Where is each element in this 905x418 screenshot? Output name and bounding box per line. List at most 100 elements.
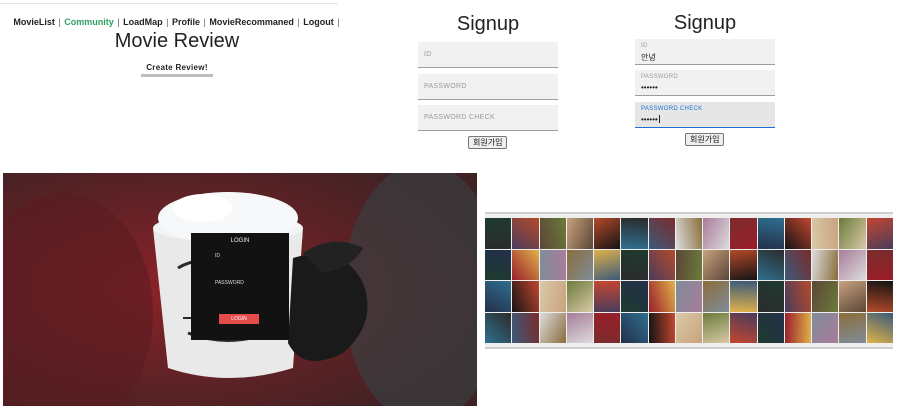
nav-separator: | <box>297 17 300 27</box>
movie-poster[interactable] <box>703 249 730 280</box>
signup-title: Signup <box>673 12 737 34</box>
movie-poster[interactable] <box>675 312 703 343</box>
poster-grid <box>485 218 893 343</box>
movie-poster[interactable] <box>675 249 703 280</box>
nav-profile[interactable]: Profile <box>172 17 200 27</box>
nav-loadmap[interactable]: LoadMap <box>123 17 163 27</box>
movie-poster[interactable] <box>784 281 812 312</box>
movie-poster[interactable] <box>539 249 566 280</box>
id-input[interactable]: ID <box>418 42 558 68</box>
id-value: 안녕 <box>641 53 656 62</box>
movie-poster[interactable] <box>757 249 784 280</box>
movie-poster[interactable] <box>812 218 839 249</box>
movie-poster-wall <box>485 212 893 349</box>
nav-logout[interactable]: Logout <box>303 17 334 27</box>
text-caret <box>658 115 660 123</box>
movie-poster[interactable] <box>594 281 621 312</box>
movie-poster[interactable] <box>485 218 512 249</box>
movie-poster[interactable] <box>621 312 648 343</box>
movie-poster[interactable] <box>757 312 784 343</box>
password-check-value: •••••• <box>641 115 660 124</box>
password-check-input[interactable]: PASSWORD CHECK <box>418 105 558 131</box>
main-nav: MovieList | Community | LoadMap | Profil… <box>0 17 354 27</box>
movie-poster[interactable] <box>866 281 893 312</box>
movie-poster[interactable] <box>512 281 539 312</box>
movie-poster[interactable] <box>784 312 812 343</box>
password-check-input[interactable]: PASSWORD CHECK •••••• <box>635 102 775 128</box>
movie-poster[interactable] <box>539 281 566 312</box>
page-title: Movie Review <box>114 30 240 52</box>
movie-poster[interactable] <box>757 218 784 249</box>
movie-poster[interactable] <box>839 281 866 312</box>
movie-poster[interactable] <box>485 249 512 280</box>
movie-poster[interactable] <box>566 249 594 280</box>
movie-poster[interactable] <box>594 249 621 280</box>
movie-poster[interactable] <box>812 281 839 312</box>
movie-poster[interactable] <box>839 312 866 343</box>
password-label: PASSWORD <box>641 74 678 80</box>
nav-movierecommaned[interactable]: MovieRecommaned <box>209 17 294 27</box>
movie-poster[interactable] <box>784 218 812 249</box>
password-placeholder: PASSWORD <box>424 83 467 90</box>
movie-poster[interactable] <box>839 249 866 280</box>
login-button[interactable]: LOGIN <box>219 314 259 324</box>
movie-poster[interactable] <box>812 312 839 343</box>
password-input[interactable]: PASSWORD •••••• <box>635 70 775 96</box>
movie-poster[interactable] <box>566 312 594 343</box>
movie-poster[interactable] <box>866 249 893 280</box>
movie-poster[interactable] <box>512 312 539 343</box>
movie-poster[interactable] <box>621 281 648 312</box>
nav-community[interactable]: Community <box>64 17 114 27</box>
password-check-label: PASSWORD CHECK <box>641 106 703 112</box>
movie-poster[interactable] <box>648 218 675 249</box>
login-password-label: PASSWORD <box>215 280 244 286</box>
id-input[interactable]: ID 안녕 <box>635 39 775 65</box>
password-check-placeholder: PASSWORD CHECK <box>424 114 495 121</box>
movie-poster[interactable] <box>566 218 594 249</box>
id-placeholder: ID <box>424 51 432 58</box>
login-title: LOGIN <box>230 238 250 244</box>
signup-submit-button[interactable]: 회원가입 <box>685 133 725 146</box>
movie-poster[interactable] <box>730 218 757 249</box>
movie-poster[interactable] <box>539 312 566 343</box>
nav-movielist[interactable]: MovieList <box>13 17 55 27</box>
movie-poster[interactable] <box>539 218 566 249</box>
movie-poster[interactable] <box>730 312 757 343</box>
movie-poster[interactable] <box>730 249 757 280</box>
nav-separator: | <box>166 17 169 27</box>
movie-poster[interactable] <box>866 218 893 249</box>
movie-poster[interactable] <box>730 281 757 312</box>
movie-poster[interactable] <box>866 312 893 343</box>
movie-poster[interactable] <box>485 312 512 343</box>
movie-poster[interactable] <box>648 312 675 343</box>
signup-submit-button[interactable]: 회원가입 <box>468 136 508 149</box>
password-value: •••••• <box>641 83 658 92</box>
password-input[interactable]: PASSWORD <box>418 74 558 100</box>
movie-poster[interactable] <box>784 249 812 280</box>
movie-poster[interactable] <box>594 312 621 343</box>
id-label: ID <box>641 43 648 49</box>
movie-poster[interactable] <box>648 281 675 312</box>
login-id-label: ID <box>215 253 220 259</box>
create-review-button[interactable]: Create Review! <box>141 61 213 77</box>
movie-poster[interactable] <box>648 249 675 280</box>
signup-title: Signup <box>456 13 520 35</box>
movie-poster[interactable] <box>621 249 648 280</box>
movie-poster[interactable] <box>675 218 703 249</box>
movie-poster[interactable] <box>757 281 784 312</box>
movie-poster[interactable] <box>621 218 648 249</box>
movie-poster[interactable] <box>512 249 539 280</box>
login-form: LOGIN ID PASSWORD LOGIN <box>191 233 289 340</box>
top-divider <box>0 3 338 4</box>
movie-poster[interactable] <box>839 218 866 249</box>
movie-poster[interactable] <box>485 281 512 312</box>
movie-poster[interactable] <box>812 249 839 280</box>
movie-poster[interactable] <box>594 218 621 249</box>
movie-poster[interactable] <box>512 218 539 249</box>
movie-poster[interactable] <box>703 281 730 312</box>
movie-poster[interactable] <box>703 218 730 249</box>
movie-poster[interactable] <box>703 312 730 343</box>
nav-separator: | <box>58 17 61 27</box>
movie-poster[interactable] <box>566 281 594 312</box>
movie-poster[interactable] <box>675 281 703 312</box>
